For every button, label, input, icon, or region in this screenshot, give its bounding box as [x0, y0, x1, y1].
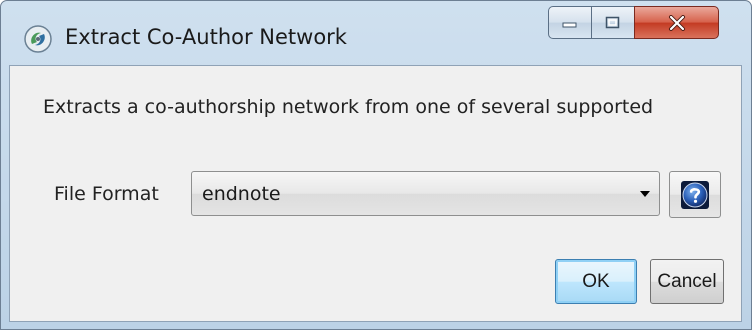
app-logo-icon: [24, 25, 52, 53]
maximize-icon: [605, 16, 620, 28]
ok-button[interactable]: OK: [555, 259, 637, 304]
dialog-content: Extracts a co-authorship network from on…: [9, 65, 742, 322]
cancel-button[interactable]: Cancel: [650, 259, 724, 304]
help-icon: [681, 180, 709, 209]
help-button[interactable]: [669, 171, 721, 218]
file-format-value: endnote: [202, 183, 281, 205]
maximize-button[interactable]: [591, 6, 635, 39]
file-format-select[interactable]: endnote: [191, 171, 660, 216]
minimize-button[interactable]: [548, 6, 592, 39]
minimize-icon: [562, 22, 577, 27]
close-button[interactable]: [634, 6, 719, 39]
window-title: Extract Co-Author Network: [65, 25, 347, 49]
title-bar[interactable]: Extract Co-Author Network: [1, 1, 751, 65]
dialog-window: Extract Co-Author Network Extracts a co-…: [0, 0, 752, 330]
dialog-description: Extracts a co-authorship network from on…: [43, 96, 654, 118]
file-format-label: File Format: [54, 183, 159, 205]
chevron-down-icon: [640, 191, 650, 197]
close-icon: [668, 14, 685, 31]
